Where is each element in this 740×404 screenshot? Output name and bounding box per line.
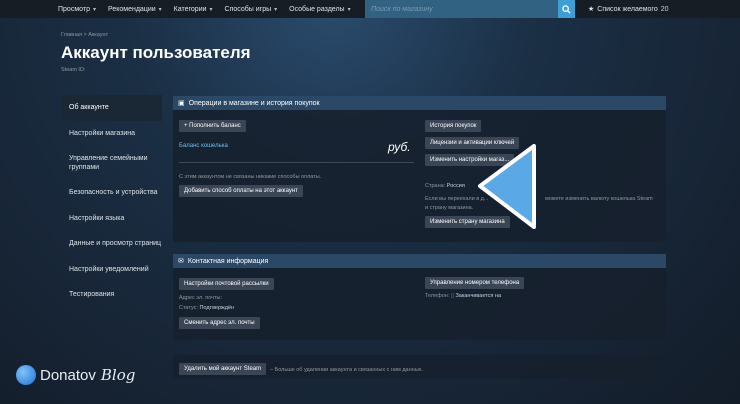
pointer-arrow-icon [478, 144, 536, 229]
status-label: Статус: [179, 305, 198, 311]
divider [179, 162, 414, 163]
sidebar-item-label: Данные и просмотр страниц [69, 240, 162, 248]
search-input[interactable]: Поиск по магазину [365, 6, 558, 13]
nav-special-sections[interactable]: Особые разделы ▾ [289, 6, 350, 13]
email-label: Адрес эл. почты: [179, 295, 223, 301]
nav-label: Способы игры [224, 5, 272, 13]
sidebar-item-label: Настройки магазина [69, 129, 136, 137]
sidebar-item-testing[interactable]: Тестирования [61, 282, 162, 308]
change-email-button[interactable]: Сменить адрес эл. почты [179, 317, 260, 329]
top-nav: Просмотр ▾ Рекомендации ▾ Категории ▾ Спосо… [0, 0, 740, 18]
watermark: Donatov Blog [16, 365, 135, 385]
nav-recommendations[interactable]: Рекомендации ▾ [108, 6, 162, 13]
chevron-down-icon: ▾ [92, 6, 96, 13]
contact-panel-title: Контактная информация [187, 257, 269, 265]
status-value: Подтверждён [199, 305, 235, 311]
contact-panel-header: ✉ Контактная информация [173, 254, 666, 268]
delete-account-bar: Удалить мой аккаунт Steam – Больше об уд… [173, 355, 666, 379]
delete-account-button[interactable]: Удалить мой аккаунт Steam [179, 363, 267, 375]
store-panel-title: Операции в магазине и история покупок [188, 99, 320, 107]
phone-value: Заканчивается на [455, 293, 501, 299]
purchase-history-button[interactable]: История покупок [425, 120, 482, 132]
country-label: Страна: [425, 183, 446, 189]
chevron-down-icon: ▾ [158, 6, 162, 13]
nav-label: Просмотр [58, 5, 90, 13]
page-title: Аккаунт пользователя [61, 43, 251, 62]
newsletter-button[interactable]: Настройки почтовой рассылки [179, 278, 274, 290]
phone-row: Телефон: ▯ Заканчивается на [425, 293, 501, 299]
store-panel: ▣ Операции в магазине и история покупок … [173, 96, 666, 242]
store-panel-header: ▣ Операции в магазине и история покупок [173, 96, 666, 110]
status-row: Статус: Подтверждён [179, 305, 234, 311]
sidebar: Об аккаунте Настройки магазина Управлени… [61, 95, 162, 308]
phone-label: Телефон: [425, 293, 450, 299]
sidebar-item-label: Тестирования [69, 291, 115, 299]
cart-icon: ▣ [178, 100, 185, 107]
country-value: Россия [446, 183, 465, 189]
nav-browse[interactable]: Просмотр ▾ [58, 6, 96, 13]
star-icon: ★ [588, 6, 595, 13]
country-row: Страна: Россия [425, 183, 465, 189]
wishlist-label: Список желаемого [597, 5, 658, 13]
delete-account-note: – Больше об удалении аккаунта и связанны… [270, 367, 423, 373]
add-payment-button[interactable]: Добавить способ оплаты на этот аккаунт [179, 185, 303, 197]
envelope-icon: ✉ [178, 258, 184, 265]
sidebar-item-about[interactable]: Об аккаунте [61, 95, 162, 121]
search-box[interactable]: Поиск по магазину [365, 0, 575, 18]
sidebar-item-family[interactable]: Управление семейными группами [61, 146, 162, 180]
sidebar-item-store-settings[interactable]: Настройки магазина [61, 121, 162, 147]
chevron-down-icon: ▾ [209, 6, 213, 13]
search-icon [562, 4, 571, 14]
nav-label: Рекомендации [107, 5, 156, 13]
wishlist-link[interactable]: ★ Список желаемого 20 [588, 0, 669, 18]
breadcrumb[interactable]: Главная > Аккаунт [61, 32, 108, 38]
sidebar-item-security[interactable]: Безопасность и устройства [61, 180, 162, 206]
nav-label: Особые разделы [289, 5, 345, 13]
search-button[interactable] [558, 0, 575, 18]
sidebar-item-label: Об аккаунте [69, 104, 109, 112]
chevron-down-icon: ▾ [274, 6, 278, 13]
country-note-line-2: и страну магазина. [425, 205, 474, 211]
sidebar-item-label: Управление семейными группами [69, 155, 148, 171]
sidebar-item-language[interactable]: Настройки языка [61, 206, 162, 232]
nav-ways-to-play[interactable]: Способы игры ▾ [225, 6, 278, 13]
watermark-brand: Donatov [40, 366, 96, 384]
no-payment-text: С этим аккаунтом не связаны никакие спос… [179, 174, 322, 180]
nav-categories[interactable]: Категории ▾ [174, 6, 213, 13]
sidebar-item-label: Настройки языка [69, 214, 125, 222]
contact-panel: ✉ Контактная информация Настройки почтов… [173, 254, 666, 340]
sidebar-item-label: Безопасность и устройства [69, 189, 158, 197]
country-note-line-1b: можете изменить валюту кошелька Steam [545, 196, 653, 202]
sidebar-item-notifications[interactable]: Настройки уведомлений [61, 257, 162, 283]
nav-label: Категории [173, 5, 207, 13]
chevron-down-icon: ▾ [347, 6, 351, 13]
sidebar-item-data[interactable]: Данные и просмотр страниц [61, 231, 162, 257]
wishlist-count: 20 [660, 5, 669, 13]
wallet-currency: руб. [388, 140, 411, 154]
add-funds-button[interactable]: + Пополнить баланс [179, 120, 246, 132]
manage-phone-button[interactable]: Управление номером телефона [425, 277, 525, 289]
sidebar-item-label: Настройки уведомлений [69, 265, 149, 273]
watermark-suffix: Blog [100, 366, 136, 384]
donatov-logo-icon [16, 365, 36, 385]
phone-icon: ▯ [450, 293, 454, 299]
wallet-balance-link[interactable]: Баланс кошелька [179, 143, 228, 149]
steam-id: Steam ID: [61, 67, 86, 73]
